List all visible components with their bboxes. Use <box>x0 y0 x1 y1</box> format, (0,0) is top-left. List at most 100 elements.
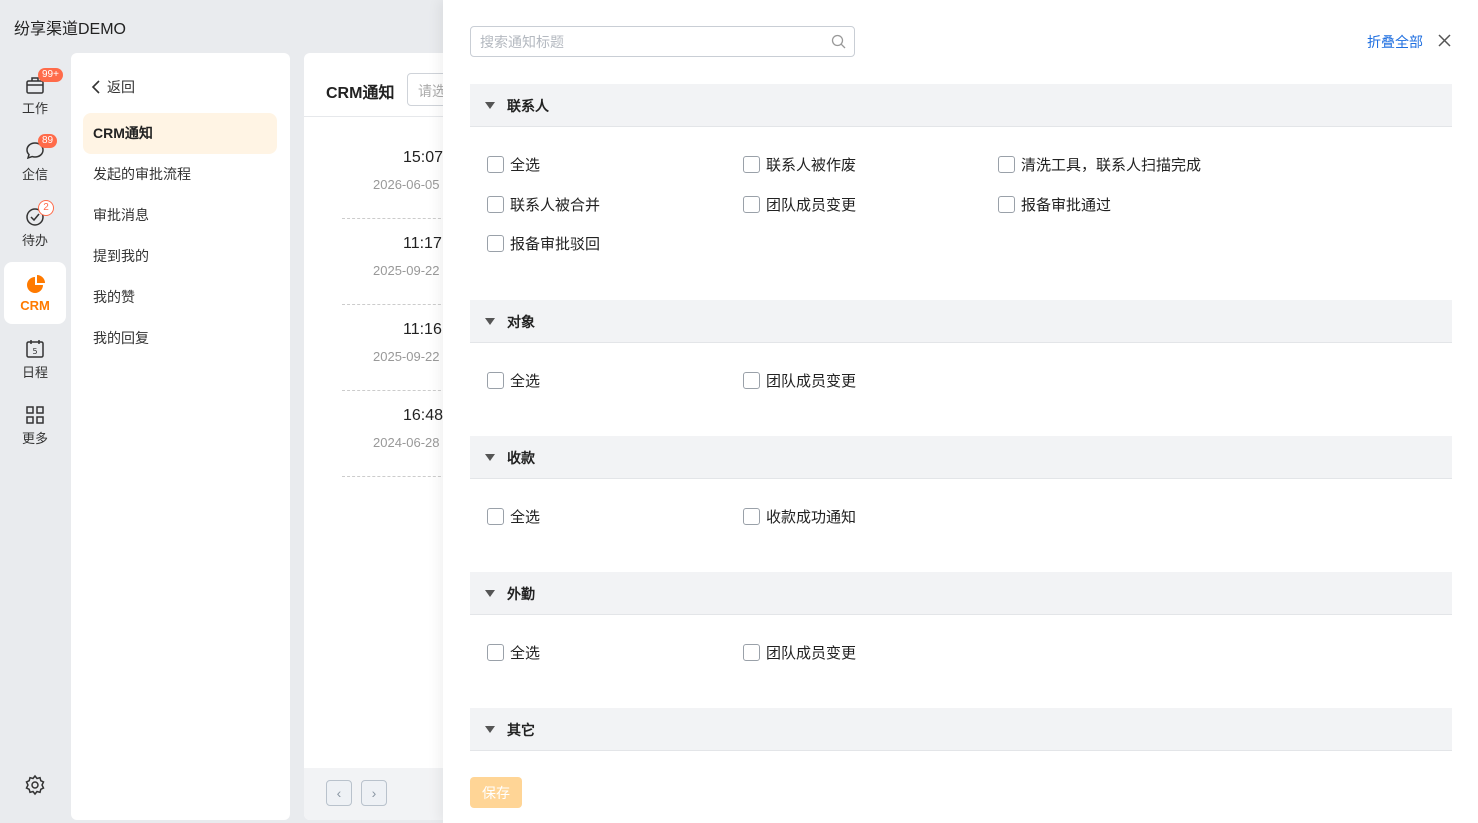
checkbox-box[interactable] <box>743 156 760 173</box>
checkbox-cleanup-scan-done[interactable]: 清洗工具，联系人扫描完成 <box>998 154 1201 175</box>
nav-messages-label: 企信 <box>21 166 48 182</box>
settings-gear-icon[interactable] <box>24 774 46 796</box>
checkbox-box[interactable] <box>743 196 760 213</box>
section-title: 联系人 <box>507 98 549 114</box>
nav-work-label: 工作 <box>21 100 48 116</box>
checkbox-box[interactable] <box>743 508 760 525</box>
checkbox-label: 全选 <box>510 157 541 174</box>
checkbox-label: 清洗工具，联系人扫描完成 <box>1021 157 1202 174</box>
subnav-item-initiated-approvals[interactable]: 发起的审批流程 <box>83 154 277 195</box>
list-item-time: 11:16 <box>403 321 442 338</box>
checkbox-box[interactable] <box>487 235 504 252</box>
list-item-date: 2025-09-22 <box>373 349 440 364</box>
checkbox-box[interactable] <box>487 508 504 525</box>
checkbox-team-member-change[interactable]: 团队成员变更 <box>743 194 856 215</box>
subnav-item-my-likes[interactable]: 我的赞 <box>83 277 277 318</box>
subnav-item-my-replies[interactable]: 我的回复 <box>83 318 277 359</box>
checkbox-select-all[interactable]: 全选 <box>487 370 540 391</box>
section-title: 外勤 <box>507 586 535 602</box>
list-item-date: 2026-06-05 <box>373 177 440 192</box>
back-label: 返回 <box>107 79 135 95</box>
subnav-item-crm-notice[interactable]: CRM通知 <box>83 113 277 154</box>
checkbox-filing-approved[interactable]: 报备审批通过 <box>998 194 1111 215</box>
notification-settings-drawer: 折叠全部 联系人 全选 联系人被作废 清洗工具，联系人扫描完成 联系人被合并 团… <box>443 0 1478 823</box>
checkbox-label: 全选 <box>510 645 541 662</box>
crm-subnav: 返回 CRM通知 发起的审批流程 审批消息 提到我的 我的赞 我的回复 <box>71 53 290 820</box>
section-title: 其它 <box>507 722 535 738</box>
list-item-time: 11:17 <box>403 235 442 252</box>
pie-chart-icon <box>27 274 45 293</box>
section-header-other[interactable]: 其它 <box>470 708 1452 751</box>
prev-page-button[interactable]: ‹ <box>326 780 352 806</box>
checkbox-filing-rejected[interactable]: 报备审批驳回 <box>487 233 600 254</box>
checkbox-label: 报备审批驳回 <box>510 236 601 253</box>
notice-title-search-input[interactable] <box>470 26 855 57</box>
nav-crm[interactable]: CRM <box>4 262 66 324</box>
checkbox-label: 团队成员变更 <box>766 197 857 214</box>
chevron-left-icon <box>91 80 100 94</box>
subnav-item-mentions[interactable]: 提到我的 <box>83 236 277 277</box>
subnav-list: CRM通知 发起的审批流程 审批消息 提到我的 我的赞 我的回复 <box>83 113 277 359</box>
list-item-date: 2025-09-22 <box>373 263 440 278</box>
checkbox-team-member-change[interactable]: 团队成员变更 <box>743 642 856 663</box>
grid-icon <box>26 405 44 424</box>
checkbox-box[interactable] <box>487 644 504 661</box>
nav-messages[interactable]: 企信 89 <box>4 130 66 192</box>
caret-down-icon <box>485 318 495 325</box>
checkbox-box[interactable] <box>998 196 1015 213</box>
list-item-time: 16:48 <box>403 407 444 424</box>
nav-calendar[interactable]: 5 日程 <box>4 328 66 390</box>
nav-todo[interactable]: 待办 2 <box>4 196 66 258</box>
caret-down-icon <box>485 454 495 461</box>
checkbox-box[interactable] <box>487 372 504 389</box>
checkbox-box[interactable] <box>998 156 1015 173</box>
checkbox-label: 报备审批通过 <box>1021 197 1112 214</box>
app-title: 纷享渠道DEMO <box>14 21 127 38</box>
checkbox-payment-success[interactable]: 收款成功通知 <box>743 506 856 527</box>
section-header-field-work[interactable]: 外勤 <box>470 572 1452 615</box>
collapse-all-link[interactable]: 折叠全部 <box>1367 32 1423 52</box>
checkbox-box[interactable] <box>487 196 504 213</box>
subnav-item-approval-messages[interactable]: 审批消息 <box>83 195 277 236</box>
checkbox-select-all[interactable]: 全选 <box>487 642 540 663</box>
checkbox-select-all[interactable]: 全选 <box>487 506 540 527</box>
section-header-contacts[interactable]: 联系人 <box>470 84 1452 127</box>
caret-down-icon <box>485 590 495 597</box>
section-title: 对象 <box>507 314 535 330</box>
close-icon[interactable] <box>1437 33 1452 48</box>
todo-badge: 2 <box>38 200 54 216</box>
checkbox-label: 全选 <box>510 509 541 526</box>
section-title: 收款 <box>507 450 535 466</box>
calendar-icon: 5 <box>26 339 44 358</box>
svg-text:5: 5 <box>32 347 37 356</box>
section-header-objects[interactable]: 对象 <box>470 300 1452 343</box>
checkbox-box[interactable] <box>743 372 760 389</box>
section-header-payments[interactable]: 收款 <box>470 436 1452 479</box>
checkbox-contact-voided[interactable]: 联系人被作废 <box>743 154 856 175</box>
nav-more[interactable]: 更多 <box>4 394 66 456</box>
checkbox-label: 团队成员变更 <box>766 373 857 390</box>
checkbox-box[interactable] <box>743 644 760 661</box>
nav-calendar-label: 日程 <box>21 364 48 380</box>
checkbox-label: 收款成功通知 <box>766 509 857 526</box>
checkbox-label: 全选 <box>510 373 541 390</box>
checkbox-label: 联系人被合并 <box>510 197 601 214</box>
checkbox-label: 团队成员变更 <box>766 645 857 662</box>
checkbox-select-all[interactable]: 全选 <box>487 154 540 175</box>
checkbox-team-member-change[interactable]: 团队成员变更 <box>743 370 856 391</box>
checkbox-box[interactable] <box>487 156 504 173</box>
list-title: CRM通知 <box>326 85 395 102</box>
caret-down-icon <box>485 726 495 733</box>
save-button[interactable]: 保存 <box>470 777 522 808</box>
main-nav-rail: 工作 99+ 企信 89 待办 2 CRM 5 日程 更多 <box>0 64 70 460</box>
nav-more-label: 更多 <box>21 430 48 446</box>
search-icon[interactable] <box>831 34 846 49</box>
caret-down-icon <box>485 102 495 109</box>
next-page-button[interactable]: › <box>361 780 387 806</box>
work-badge: 99+ <box>38 68 63 82</box>
nav-work[interactable]: 工作 99+ <box>4 64 66 126</box>
list-item-date: 2024-06-28 <box>373 435 440 450</box>
nav-crm-label: CRM <box>20 297 50 313</box>
back-link[interactable]: 返回 <box>91 77 135 97</box>
checkbox-contact-merged[interactable]: 联系人被合并 <box>487 194 600 215</box>
